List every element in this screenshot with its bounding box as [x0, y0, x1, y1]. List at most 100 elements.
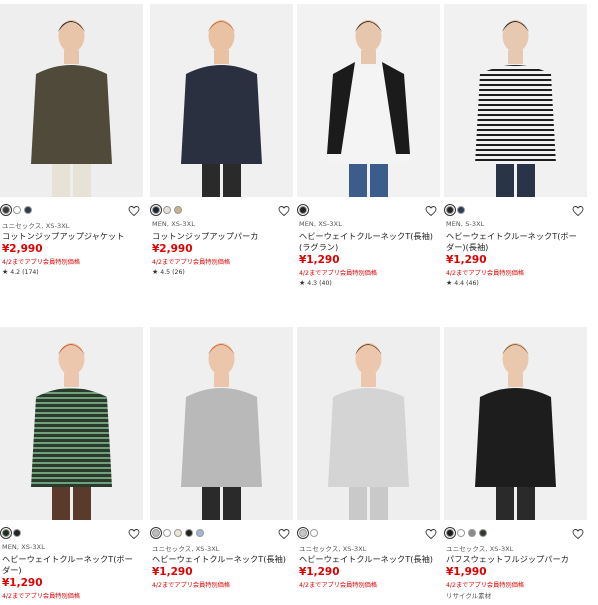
product-meta: MEN, XS-3XL — [299, 220, 342, 228]
product-meta: ユニセックス, XS-3XL — [299, 545, 367, 553]
color-swatch[interactable] — [297, 204, 309, 216]
product-price: ¥1,990 — [446, 566, 487, 578]
product-price: ¥1,290 — [446, 254, 487, 266]
product-card[interactable]: ユニセックス, XS-3XL ヘビーウェイトクルーネックT(長袖) ¥1,290… — [297, 327, 440, 602]
color-swatch[interactable] — [468, 529, 476, 537]
color-swatches — [444, 527, 487, 539]
product-meta: ユニセックス, XS-3XL — [152, 545, 220, 553]
favorite-heart-icon[interactable] — [572, 205, 584, 217]
product-name[interactable]: ヘビーウェイトクルーネックT(ボーダー)(長袖) — [446, 231, 584, 253]
rating-text: 4.2 (174) — [10, 269, 39, 276]
color-swatch[interactable] — [457, 206, 465, 214]
color-swatch[interactable] — [150, 204, 162, 216]
star-icon: ★ — [299, 279, 306, 287]
color-swatches — [0, 204, 32, 216]
color-swatch[interactable] — [310, 529, 318, 537]
product-price: ¥1,290 — [299, 254, 340, 266]
promo-text: 4/2までアプリ会員特別価格 — [2, 259, 81, 266]
product-meta: MEN, S-3XL — [446, 220, 485, 228]
product-price: ¥2,990 — [2, 243, 43, 255]
product-name[interactable]: ヘビーウェイトクルーネックT(長袖) — [152, 554, 290, 565]
favorite-heart-icon[interactable] — [425, 205, 437, 217]
product-price: ¥1,290 — [152, 566, 193, 578]
color-swatch[interactable] — [479, 529, 487, 537]
favorite-heart-icon[interactable] — [128, 205, 140, 217]
product-photo[interactable] — [150, 4, 293, 197]
product-name[interactable]: パフスウェットフルジップパーカ — [446, 554, 584, 565]
product-price: ¥1,290 — [299, 566, 340, 578]
color-swatches — [297, 204, 309, 216]
product-grid: ユニセックス, XS-3XL コットンジップアップジャケット ¥2,990 4/… — [0, 0, 598, 605]
product-meta: MEN, XS-3XL — [152, 220, 195, 228]
rating-text: 4.3 (40) — [307, 280, 332, 287]
product-photo[interactable] — [444, 4, 587, 197]
favorite-heart-icon[interactable] — [278, 205, 290, 217]
product-name[interactable]: コットンジップアップジャケット — [2, 231, 140, 242]
product-meta: ユニセックス, XS-3XL — [446, 545, 514, 553]
product-rating: ★ 4.2 (174) — [2, 268, 39, 276]
product-meta: MEN, XS-3XL — [2, 543, 45, 551]
color-swatch[interactable] — [444, 204, 456, 216]
product-name[interactable]: コットンジップアップパーカ — [152, 231, 290, 242]
product-name[interactable]: ヘビーウェイトクルーネックT(長袖) — [299, 554, 437, 565]
color-swatches — [297, 527, 318, 539]
product-rating: ★ 4.3 (40) — [299, 279, 332, 287]
promo-text: 4/2までアプリ会員特別価格 — [2, 593, 81, 600]
color-swatch[interactable] — [13, 529, 21, 537]
product-card[interactable]: MEN, XS-3XL ヘビーウェイトクルーネックT(ボーダー) ¥1,290 … — [0, 327, 143, 602]
color-swatches — [444, 204, 465, 216]
color-swatch[interactable] — [163, 529, 171, 537]
promo-text: 4/2までアプリ会員特別価格 — [152, 259, 231, 266]
promo-text: 4/2までアプリ会員特別価格 — [299, 270, 378, 277]
favorite-heart-icon[interactable] — [278, 528, 290, 540]
color-swatch[interactable] — [457, 529, 465, 537]
product-card[interactable]: ユニセックス, XS-3XL ヘビーウェイトクルーネックT(長袖) ¥1,290… — [150, 327, 293, 602]
color-swatches — [150, 204, 182, 216]
product-card[interactable]: MEN, XS-3XL ヘビーウェイトクルーネックT(長袖)(ラグラン) ¥1,… — [297, 4, 440, 287]
product-name[interactable]: ヘビーウェイトクルーネックT(ボーダー) — [2, 554, 140, 576]
favorite-heart-icon[interactable] — [128, 528, 140, 540]
product-card[interactable]: MEN, XS-3XL コットンジップアップパーカ ¥2,990 4/2までアプ… — [150, 4, 293, 279]
product-price: ¥2,990 — [152, 243, 193, 255]
color-swatches — [150, 527, 204, 539]
product-photo[interactable] — [0, 4, 143, 197]
color-swatch[interactable] — [0, 527, 12, 539]
color-swatch[interactable] — [196, 529, 204, 537]
product-photo[interactable] — [444, 327, 587, 520]
color-swatches — [0, 527, 21, 539]
color-swatch[interactable] — [13, 206, 21, 214]
color-swatch[interactable] — [163, 206, 171, 214]
color-swatch[interactable] — [444, 527, 456, 539]
product-card[interactable]: ユニセックス, XS-3XL パフスウェットフルジップパーカ ¥1,990 4/… — [444, 327, 587, 602]
color-swatch[interactable] — [297, 527, 309, 539]
promo-text: 4/2までアプリ会員特別価格 — [299, 582, 378, 589]
product-photo[interactable] — [0, 327, 143, 520]
color-swatch[interactable] — [185, 529, 193, 537]
rating-text: 4.5 (26) — [160, 269, 185, 276]
product-photo[interactable] — [150, 327, 293, 520]
color-swatch[interactable] — [174, 206, 182, 214]
product-rating: ★ 4.4 (46) — [446, 279, 479, 287]
star-icon: ★ — [2, 268, 9, 276]
favorite-heart-icon[interactable] — [425, 528, 437, 540]
color-swatch[interactable] — [174, 529, 182, 537]
product-card[interactable]: MEN, S-3XL ヘビーウェイトクルーネックT(ボーダー)(長袖) ¥1,2… — [444, 4, 587, 287]
star-icon: ★ — [152, 268, 159, 276]
color-swatch[interactable] — [24, 206, 32, 214]
promo-text: 4/2までアプリ会員特別価格 — [152, 582, 231, 589]
product-price: ¥1,290 — [2, 577, 43, 589]
rating-text: 4.4 (46) — [454, 280, 479, 287]
color-swatch[interactable] — [0, 204, 12, 216]
material-note: リサイクル素材 — [446, 592, 492, 600]
product-card[interactable]: ユニセックス, XS-3XL コットンジップアップジャケット ¥2,990 4/… — [0, 4, 143, 279]
product-rating: ★ 4.5 (26) — [152, 268, 185, 276]
product-meta: ユニセックス, XS-3XL — [2, 222, 70, 230]
product-name[interactable]: ヘビーウェイトクルーネックT(長袖)(ラグラン) — [299, 231, 437, 253]
promo-text: 4/2までアプリ会員特別価格 — [446, 582, 525, 589]
color-swatch[interactable] — [150, 527, 162, 539]
star-icon: ★ — [446, 279, 453, 287]
product-photo[interactable] — [297, 4, 440, 197]
promo-text: 4/2までアプリ会員特別価格 — [446, 270, 525, 277]
favorite-heart-icon[interactable] — [572, 528, 584, 540]
product-photo[interactable] — [297, 327, 440, 520]
